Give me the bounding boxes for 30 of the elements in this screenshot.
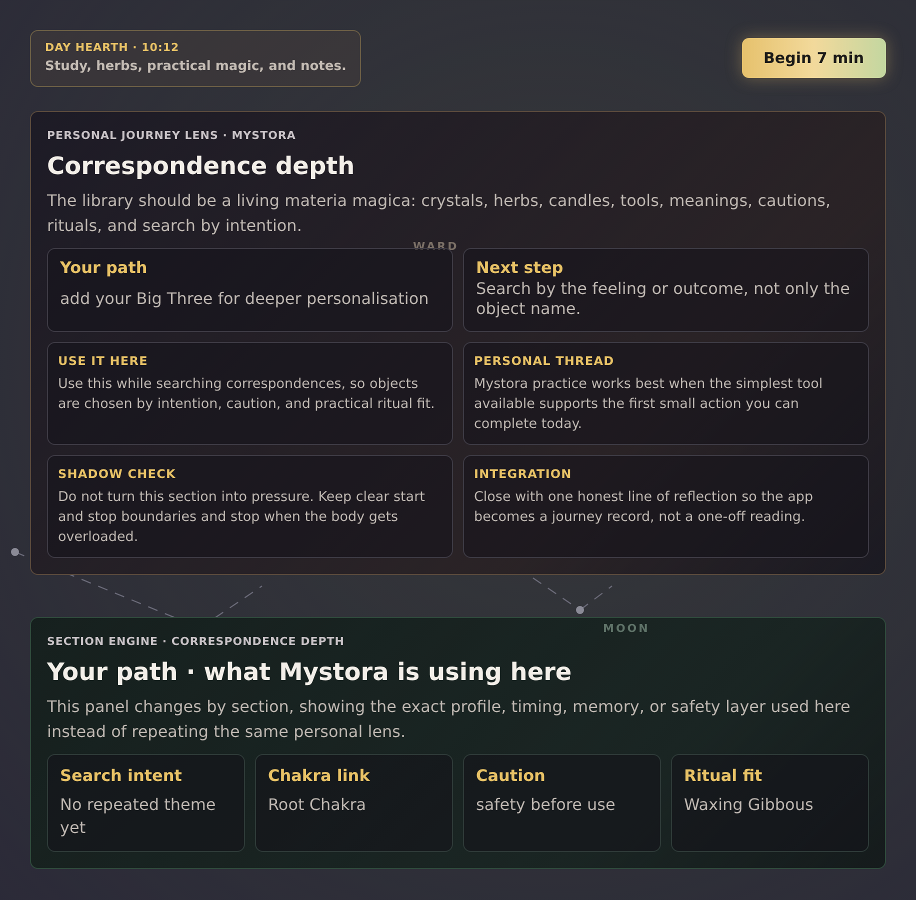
panel-description: The library should be a living materia magica: crystals, herbs, candles, tools, meanings, cautions, rituals, and search by intention. bbox=[47, 190, 832, 237]
note-title: SHADOW CHECK bbox=[58, 467, 177, 481]
card-title: Chakra link bbox=[268, 766, 370, 785]
note-text: Use this while searching correspondences, so objects are chosen by intention, caution, and practical ritual fit. bbox=[58, 375, 436, 414]
background-label: MOON bbox=[603, 622, 650, 635]
hearth-eyebrow: DAY HEARTH · 10:12 bbox=[45, 41, 180, 54]
note-text: Do not turn this section into pressure. Keep clear start and stop boundaries and stop when the body gets overloaded. bbox=[58, 488, 426, 547]
note-text: Mystora practice works best when the simplest tool available supports the first small action you can complete today. bbox=[474, 375, 824, 434]
panel-title: Correspondence depth bbox=[47, 152, 356, 180]
begin-button[interactable]: Begin 7 min bbox=[742, 38, 886, 78]
card-text: Waxing Gibbous bbox=[684, 794, 814, 816]
card-text: add your Big Three for deeper personalisation bbox=[60, 289, 430, 309]
card-text: Search by the feeling or outcome, not only the object name. bbox=[476, 279, 852, 319]
note-text: Close with one honest line of reflection so the app becomes a journey record, not a one-off reading. bbox=[474, 488, 814, 527]
note-title: INTEGRATION bbox=[474, 467, 573, 481]
panel-description: This panel changes by section, showing the exact profile, timing, memory, or safety layer used here instead of repeating the same personal lens. bbox=[47, 696, 852, 743]
card-title: Search intent bbox=[60, 766, 182, 785]
panel-eyebrow: PERSONAL JOURNEY LENS · MYSTORA bbox=[47, 129, 297, 142]
hearth-subtitle: Study, herbs, practical magic, and notes. bbox=[45, 59, 346, 74]
panel-title: Your path · what Mystora is using here bbox=[47, 658, 573, 686]
card-title: Ritual fit bbox=[684, 766, 762, 785]
note-title: PERSONAL THREAD bbox=[474, 354, 616, 368]
card-title: Caution bbox=[476, 766, 546, 785]
note-title: USE IT HERE bbox=[58, 354, 149, 368]
card-text: No repeated theme yet bbox=[60, 794, 217, 839]
panel-eyebrow: SECTION ENGINE · CORRESPONDENCE DEPTH bbox=[47, 635, 346, 648]
card-title: Next step bbox=[476, 258, 564, 277]
card-text: safety before use bbox=[476, 794, 616, 816]
card-text: Root Chakra bbox=[268, 794, 368, 816]
card-title: Your path bbox=[60, 258, 148, 277]
